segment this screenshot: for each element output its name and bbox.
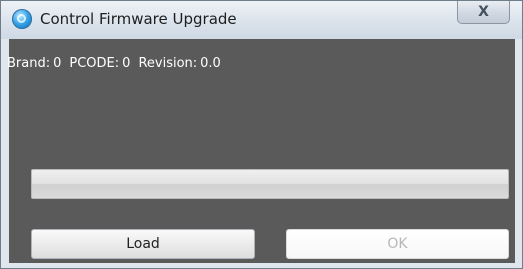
close-button[interactable]: X — [457, 1, 510, 24]
firmware-upgrade-window: Control Firmware Upgrade X Brand: 0 PCODE:… — [0, 0, 523, 269]
pcode-label: PCODE: — [69, 56, 120, 71]
load-button[interactable]: Load — [31, 229, 255, 259]
ok-button[interactable]: OK — [286, 229, 509, 259]
brand-label: Brand: — [7, 56, 51, 71]
revision-value: 0.0 — [200, 56, 221, 71]
pcode-value: 0 — [122, 56, 131, 71]
title-bar[interactable]: Control Firmware Upgrade X — [1, 1, 522, 39]
upgrade-progress-bar — [31, 169, 509, 199]
device-info: Brand: 0 PCODE: 0 Revision: 0.0 — [7, 56, 224, 71]
revision-label: Revision: — [138, 56, 198, 71]
app-globe-icon — [12, 9, 32, 29]
brand-value: 0 — [53, 56, 62, 71]
dialog-body: Brand: 0 PCODE: 0 Revision: 0.0 Load OK — [7, 39, 515, 263]
window-title: Control Firmware Upgrade — [40, 10, 237, 28]
close-icon: X — [478, 4, 489, 20]
